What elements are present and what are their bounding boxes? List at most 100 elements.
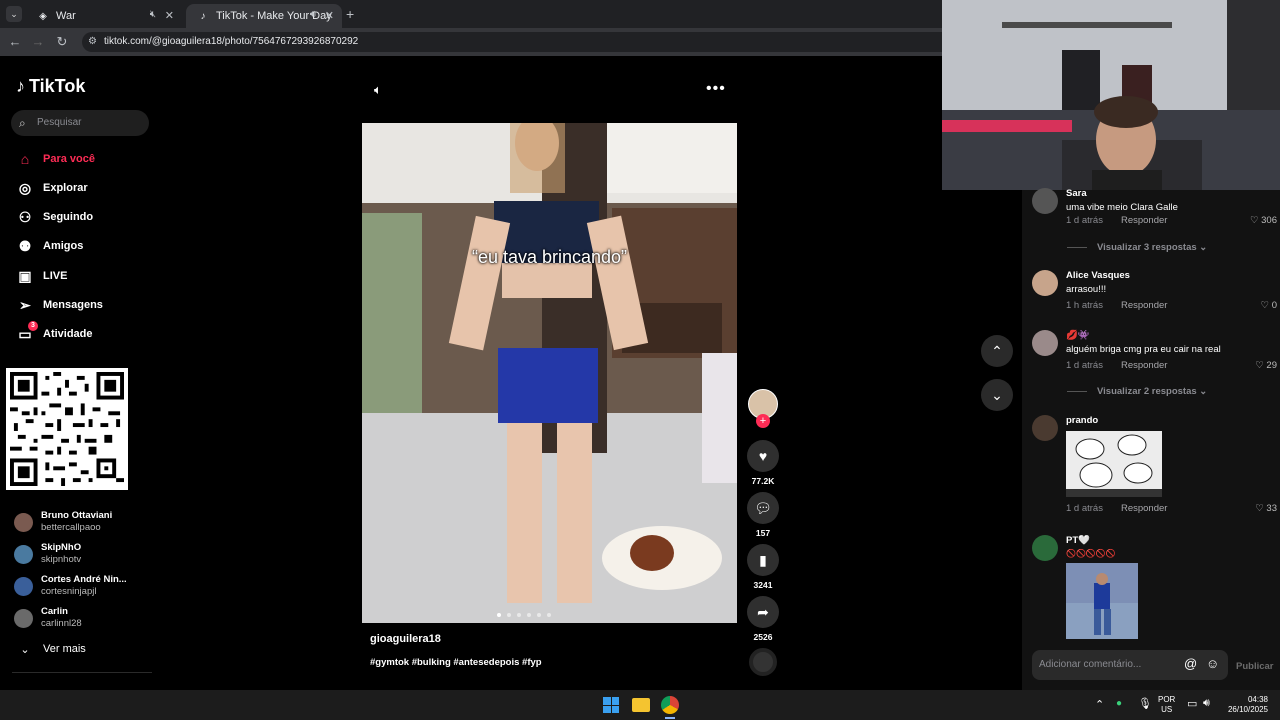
- tray-app-icon[interactable]: ●: [1116, 698, 1122, 709]
- dot[interactable]: [527, 613, 531, 617]
- nav-amigos[interactable]: ⚉ Amigos: [16, 237, 84, 255]
- tray-chevron-icon[interactable]: ⌃: [1095, 698, 1104, 711]
- share-button[interactable]: ➦: [747, 596, 779, 628]
- avatar[interactable]: [1032, 535, 1058, 561]
- nav-para-voce[interactable]: ⌂ Para você: [16, 150, 95, 168]
- avatar: [14, 512, 33, 532]
- volume-icon[interactable]: 🔈︎: [374, 82, 382, 98]
- comment-item: 💋👾 alguém briga cmg pra eu cair na real …: [1032, 330, 1277, 374]
- reload-icon[interactable]: ↻: [54, 34, 70, 50]
- avatar[interactable]: [1032, 415, 1058, 441]
- comment-author[interactable]: Alice Vasques: [1066, 270, 1130, 281]
- close-tab-icon[interactable]: ✕: [165, 9, 174, 22]
- chrome-icon[interactable]: [661, 696, 679, 714]
- nav-mensagens[interactable]: ➢ Mensagens: [16, 296, 103, 314]
- dot[interactable]: [507, 613, 511, 617]
- url-field[interactable]: ⚙︎ tiktok.com/@gioaguilera18/photo/75647…: [82, 32, 962, 52]
- site-info-icon[interactable]: ⚙︎: [88, 32, 97, 52]
- comment-button[interactable]: 💬︎: [747, 492, 779, 524]
- microphone-icon[interactable]: 🎙︎: [1138, 697, 1152, 710]
- previous-post-button[interactable]: ⌃: [981, 335, 1013, 367]
- comment-like[interactable]: ♡ 0: [1261, 300, 1277, 311]
- comment-author[interactable]: prando: [1066, 415, 1098, 426]
- reply-button[interactable]: Responder: [1121, 503, 1167, 514]
- activity-icon: ▭ 3: [16, 321, 38, 343]
- like-button[interactable]: ♥: [747, 440, 779, 472]
- dot[interactable]: [497, 613, 501, 617]
- publish-button[interactable]: Publicar: [1236, 661, 1274, 672]
- comment-icon: 💬︎: [754, 499, 772, 516]
- dot[interactable]: [547, 613, 551, 617]
- comment-input[interactable]: Adicionar comentário... @ ☺: [1032, 650, 1228, 680]
- search-input[interactable]: ⌕ Pesquisar: [11, 110, 149, 136]
- suggested-account[interactable]: Cortes André Nin... cortesninjapjl: [14, 574, 127, 598]
- language-indicator[interactable]: POR US: [1158, 695, 1175, 715]
- file-explorer-icon[interactable]: [632, 698, 650, 712]
- view-replies-button[interactable]: Visualizar 2 respostas ⌄: [1067, 386, 1207, 397]
- music-disc-icon[interactable]: [749, 648, 777, 676]
- post-hashtags[interactable]: #gymtok #bulking #antesedepois #fyp: [370, 657, 542, 668]
- reply-button[interactable]: Responder: [1121, 300, 1167, 311]
- comment-photo-image[interactable]: [1066, 563, 1138, 639]
- nav-explorar[interactable]: ◎ Explorar: [16, 179, 88, 197]
- comment-time: 1 d atrás: [1066, 215, 1103, 226]
- close-tab-icon[interactable]: ✕: [325, 9, 334, 22]
- nav-seguindo[interactable]: ⚇ Seguindo: [16, 208, 93, 226]
- clock[interactable]: 04:38 26/10/2025: [1222, 695, 1268, 715]
- comment-placeholder: Adicionar comentário...: [1039, 659, 1142, 670]
- tiktok-favicon-icon: ♪: [200, 10, 206, 22]
- post-photo[interactable]: “eu tava brincando”: [362, 123, 737, 623]
- volume-tray-icon[interactable]: 🔊︎: [1203, 697, 1210, 710]
- save-button[interactable]: ▮: [747, 544, 779, 576]
- avatar[interactable]: [1032, 188, 1058, 214]
- avatar[interactable]: [1032, 270, 1058, 296]
- comment-count: 157: [755, 528, 771, 538]
- comment-text: 🚫🚫🚫🚫🚫: [1066, 549, 1116, 558]
- dot[interactable]: [517, 613, 521, 617]
- comment-author[interactable]: 💋👾: [1066, 330, 1090, 341]
- new-tab-button[interactable]: +: [346, 6, 354, 22]
- comment-author[interactable]: PT🤍: [1066, 535, 1090, 546]
- comment-meta: 1 d atrás Responder: [1066, 503, 1167, 514]
- tab-search-button[interactable]: ⌄: [6, 6, 22, 22]
- dot[interactable]: [537, 613, 541, 617]
- language-label: POR: [1158, 695, 1176, 704]
- see-more-button[interactable]: ⌄ Ver mais: [16, 640, 85, 658]
- account-username: carlinnl28: [41, 618, 82, 629]
- search-icon: ⌕: [19, 116, 26, 130]
- comment-text: arrasou!!!: [1066, 284, 1107, 295]
- comment-sticker-image[interactable]: [1066, 431, 1162, 497]
- suggested-account[interactable]: Bruno Ottaviani bettercallpaoo: [14, 510, 112, 534]
- comment-author[interactable]: Sara: [1066, 188, 1087, 199]
- comment-meta: 1 h atrás Responder: [1066, 300, 1167, 311]
- follow-plus-icon[interactable]: +: [756, 414, 770, 428]
- suggested-account[interactable]: SkipNhO skipnhotv: [14, 542, 81, 566]
- mention-icon[interactable]: @: [1184, 656, 1197, 671]
- suggested-account[interactable]: Carlin carlinnl28: [14, 606, 82, 630]
- more-options-icon[interactable]: •••: [706, 80, 726, 98]
- comment-like[interactable]: ♡ 29: [1255, 360, 1277, 371]
- speaker-icon[interactable]: 🔊︎: [310, 9, 316, 20]
- reply-button[interactable]: Responder: [1121, 360, 1167, 371]
- tiktok-logo[interactable]: ♪ TikTok: [16, 76, 85, 97]
- like-count: 33: [1266, 503, 1277, 514]
- nav-live[interactable]: ▣ LIVE: [16, 267, 67, 285]
- comment-like[interactable]: ♡ 306: [1250, 215, 1277, 226]
- avatar: [14, 544, 33, 564]
- nav-atividade[interactable]: ▭ 3 Atividade: [16, 321, 93, 343]
- emoji-icon[interactable]: ☺: [1206, 656, 1219, 671]
- next-post-button[interactable]: ⌄: [981, 379, 1013, 411]
- comment-like[interactable]: ♡ 33: [1255, 503, 1277, 514]
- tab-tiktok[interactable]: ♪ TikTok - Make Your Day 🔊︎ ✕: [186, 4, 342, 28]
- tab-war[interactable]: ◈ War 🔇︎ ✕: [26, 4, 182, 28]
- mute-icon[interactable]: 🔇︎: [150, 9, 156, 20]
- carousel-dots[interactable]: [497, 613, 551, 617]
- start-icon[interactable]: [603, 697, 619, 713]
- forward-icon[interactable]: →: [30, 34, 46, 49]
- view-replies-button[interactable]: Visualizar 3 respostas ⌄: [1067, 242, 1207, 253]
- back-icon[interactable]: ←: [7, 34, 23, 49]
- reply-button[interactable]: Responder: [1121, 215, 1167, 226]
- post-author[interactable]: gioaguilera18: [370, 633, 441, 645]
- avatar[interactable]: [1032, 330, 1058, 356]
- network-icon[interactable]: ▭: [1187, 697, 1197, 710]
